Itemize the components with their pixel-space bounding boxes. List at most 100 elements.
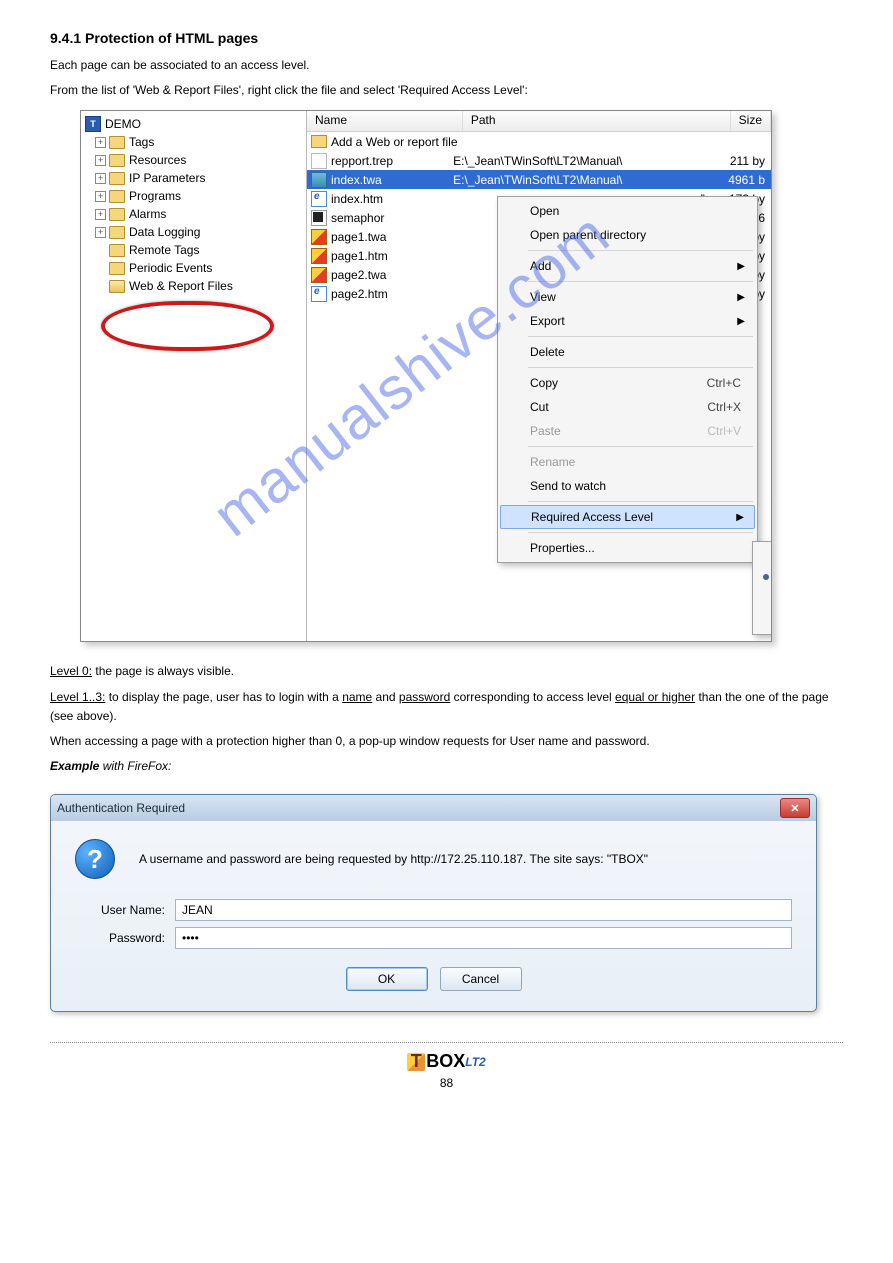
expand-icon[interactable]: + (95, 173, 106, 184)
folder-icon (311, 135, 327, 148)
dialog-titlebar: Authentication Required ✕ (51, 795, 816, 821)
folder-icon (109, 244, 125, 257)
shortcut-label: Ctrl+V (707, 424, 741, 438)
close-button[interactable]: ✕ (780, 798, 810, 818)
menu-separator (528, 532, 753, 533)
dialog-title: Authentication Required (57, 801, 185, 815)
menu-required-access-level[interactable]: Required Access Level ▶ (500, 505, 755, 529)
body-paragraph: Level 1..3: to display the page, user ha… (50, 688, 843, 726)
file-name: Add a Web or report file (331, 135, 458, 149)
expand-icon[interactable]: + (95, 191, 106, 202)
section-heading: 9.4.1 Protection of HTML pages (50, 30, 843, 46)
file-name: repport.trep (331, 154, 393, 168)
tree-item-web-report[interactable]: Web & Report Files (129, 279, 233, 293)
menu-separator (528, 281, 753, 282)
folder-icon (109, 136, 125, 149)
folder-icon (109, 154, 125, 167)
tree-item[interactable]: IP Parameters (129, 171, 205, 185)
twa-file-icon (311, 172, 327, 188)
list-item-add[interactable]: Add a Web or report file (307, 132, 771, 151)
tree-root[interactable]: DEMO (105, 117, 141, 131)
menu-rename: Rename (500, 450, 755, 474)
expand-icon[interactable]: + (95, 209, 106, 220)
username-input[interactable] (175, 899, 792, 921)
list-header: Name Path Size (307, 111, 771, 132)
ok-button[interactable]: OK (346, 967, 428, 991)
expand-icon[interactable]: + (95, 227, 106, 238)
question-icon: ? (75, 839, 115, 879)
menu-properties[interactable]: Properties... (500, 536, 755, 560)
access-level-2[interactable]: 2 (755, 588, 772, 610)
tree-item[interactable]: Tags (129, 135, 154, 149)
folder-icon (109, 262, 125, 275)
menu-label: Copy (530, 376, 558, 390)
menu-delete[interactable]: Delete (500, 340, 755, 364)
menu-label: Add (530, 259, 551, 273)
col-header-name[interactable]: Name (307, 111, 463, 131)
submenu-arrow-icon: ▶ (737, 261, 745, 272)
access-level-3[interactable]: 3 (755, 610, 772, 632)
access-level-1[interactable]: 1 (755, 566, 772, 588)
bullet-icon (763, 574, 769, 580)
username-label: User Name: (75, 903, 165, 917)
body-paragraph: Each page can be associated to an access… (50, 56, 843, 75)
expand-icon[interactable]: + (95, 137, 106, 148)
submenu-arrow-icon: ▶ (737, 316, 745, 327)
highlight-annotation (101, 301, 274, 351)
page-file-icon (311, 267, 327, 283)
folder-icon (109, 190, 125, 203)
tree-item[interactable]: Periodic Events (129, 261, 212, 275)
page-file-icon (311, 229, 327, 245)
file-size: 211 by (710, 154, 771, 168)
file-name: page2.htm (331, 287, 388, 301)
tbox-logo: TBOXLT2 (407, 1051, 485, 1072)
twinsoft-window: T DEMO + Tags + Resources + IP Parameters + P… (80, 110, 772, 642)
menu-separator (528, 250, 753, 251)
expand-icon[interactable]: + (95, 155, 106, 166)
folder-icon (109, 208, 125, 221)
menu-separator (528, 501, 753, 502)
menu-send-to-watch[interactable]: Send to watch (500, 474, 755, 498)
col-header-size[interactable]: Size (731, 111, 771, 131)
col-header-path[interactable]: Path (463, 111, 731, 131)
tree-item[interactable]: Resources (129, 153, 186, 167)
access-level-submenu: 0 1 2 3 (752, 541, 772, 635)
file-path: E:\_Jean\TWinSoft\LT2\Manual\ (453, 173, 710, 187)
page-footer: TBOXLT2 (50, 1051, 843, 1072)
menu-label: View (530, 290, 556, 304)
menu-label: Required Access Level (531, 510, 653, 524)
menu-copy[interactable]: CopyCtrl+C (500, 371, 755, 395)
submenu-arrow-icon: ▶ (737, 292, 745, 303)
body-paragraph: When accessing a page with a protection … (50, 732, 843, 751)
file-name: index.twa (331, 173, 382, 187)
auth-dialog: Authentication Required ✕ ? A username a… (50, 794, 817, 1012)
menu-separator (528, 367, 753, 368)
list-item[interactable]: repport.trepE:\_Jean\TWinSoft\LT2\Manual… (307, 151, 771, 170)
cancel-button[interactable]: Cancel (440, 967, 522, 991)
tree-item[interactable]: Alarms (129, 207, 166, 221)
shortcut-label: Ctrl+X (707, 400, 741, 414)
project-tree[interactable]: T DEMO + Tags + Resources + IP Parameters + P… (81, 111, 307, 641)
file-name: semaphor (331, 211, 384, 225)
access-level-0[interactable]: 0 (755, 544, 772, 566)
tree-item[interactable]: Data Logging (129, 225, 200, 239)
menu-add[interactable]: Add ▶ (500, 254, 755, 278)
menu-open-parent[interactable]: Open parent directory (500, 223, 755, 247)
tree-item[interactable]: Remote Tags (129, 243, 199, 257)
htm-file-icon (311, 286, 327, 302)
password-input[interactable] (175, 927, 792, 949)
menu-open[interactable]: Open (500, 199, 755, 223)
app-icon: T (85, 116, 101, 132)
report-file-icon (311, 153, 327, 169)
footer-separator (50, 1042, 843, 1043)
tree-item[interactable]: Programs (129, 189, 181, 203)
list-item-selected[interactable]: index.twa E:\_Jean\TWinSoft\LT2\Manual\49… (307, 170, 771, 189)
menu-view[interactable]: View ▶ (500, 285, 755, 309)
image-file-icon (311, 210, 327, 226)
file-size: 4961 b (710, 173, 771, 187)
password-label: Password: (75, 931, 165, 945)
menu-export[interactable]: Export▶ (500, 309, 755, 333)
htm-file-icon (311, 191, 327, 207)
menu-cut[interactable]: CutCtrl+X (500, 395, 755, 419)
submenu-arrow-icon: ▶ (736, 512, 744, 523)
